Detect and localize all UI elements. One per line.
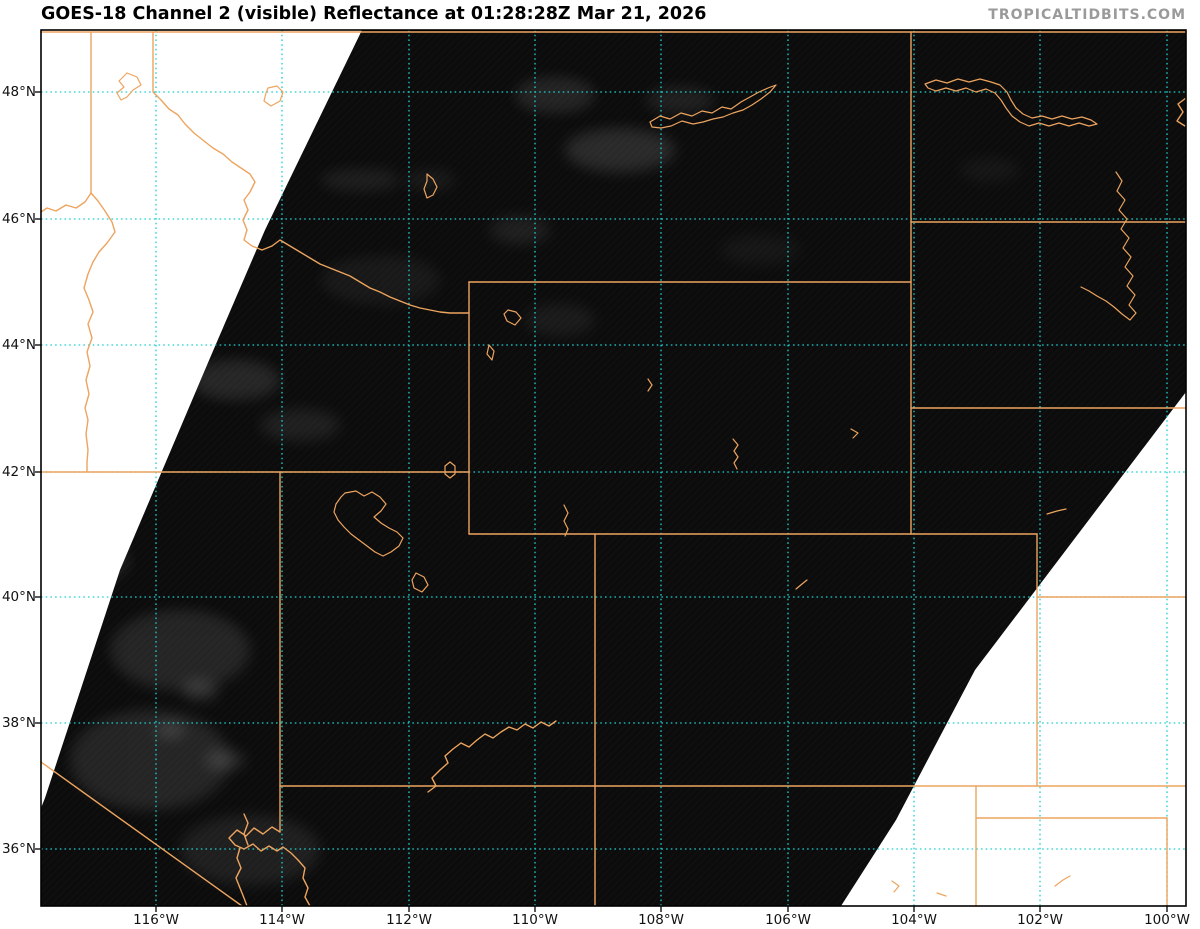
tx-panhandle-lake-1 xyxy=(891,880,900,893)
lake-pend-oreille xyxy=(116,72,142,101)
tx-panhandle-lake-3 xyxy=(1054,875,1071,887)
texture-layer xyxy=(41,30,1186,906)
satellite-image-page: GOES-18 Channel 2 (visible) Reflectance … xyxy=(0,0,1200,929)
satellite-map xyxy=(35,29,1187,912)
tx-panhandle-lake-2 xyxy=(936,892,947,897)
flathead-lake xyxy=(263,85,284,107)
scan-texture xyxy=(41,30,1186,906)
id-or-snake-border xyxy=(83,192,116,473)
wa-or-columbia-border xyxy=(40,192,92,213)
